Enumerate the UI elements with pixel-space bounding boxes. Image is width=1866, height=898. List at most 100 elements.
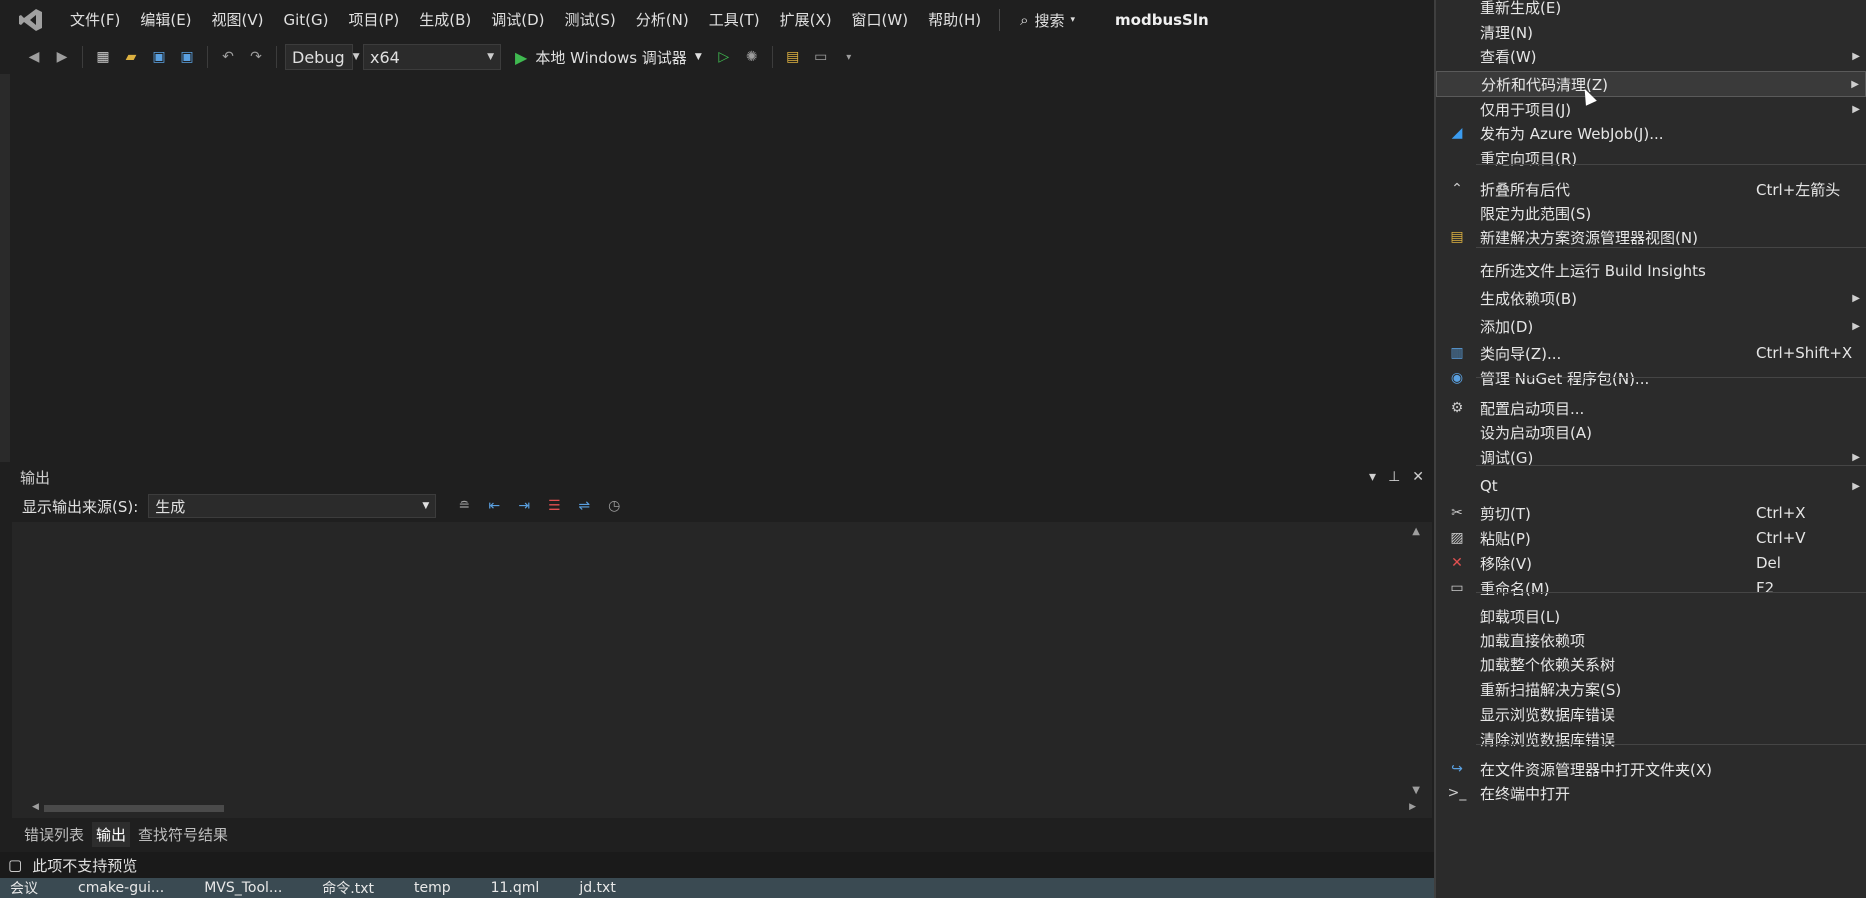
context-menu-item[interactable]: 重新生成(E) [1436, 0, 1866, 20]
context-menu-item[interactable]: 生成依赖项(B) ▶ [1436, 285, 1866, 311]
save-all-icon[interactable]: ▣ [175, 45, 199, 69]
solution-explorer-icon[interactable]: ▤ [781, 45, 805, 69]
start-without-debugging-icon[interactable]: ▷ [712, 45, 736, 69]
navigate-forward-icon[interactable]: ▶ [50, 45, 74, 69]
timestamp-icon[interactable]: ◷ [602, 494, 626, 518]
menu-item[interactable]: 项目(P) [339, 0, 410, 40]
chevron-down-icon: ▼ [352, 52, 360, 62]
context-menu-item[interactable]: 限定为此范围(S) [1436, 200, 1866, 226]
window-position-icon[interactable]: ▾ [1369, 469, 1376, 485]
menu-separator [1476, 744, 1866, 745]
context-menu-item[interactable]: 调试(G) ▶ [1436, 444, 1866, 470]
save-icon[interactable]: ▣ [147, 45, 171, 69]
find-message-icon[interactable]: ≘ [452, 494, 476, 518]
context-menu-item[interactable]: 卸载项目(L) [1436, 603, 1866, 629]
search-label: 搜索 [1034, 11, 1065, 30]
context-menu-item[interactable]: ◉ 管理 NuGet 程序包(N)... [1436, 365, 1866, 391]
search-box[interactable]: ⌕ 搜索 ▾ [1008, 10, 1087, 31]
window-layout-icon[interactable]: ▭ [809, 45, 833, 69]
menu-item[interactable]: 编辑(E) [130, 0, 201, 40]
output-source-select[interactable]: 生成 ▼ [148, 494, 437, 518]
context-menu-item[interactable]: Qt ▶ [1436, 473, 1866, 499]
close-icon[interactable]: ✕ [1412, 469, 1424, 485]
context-menu-item-label: 设为启动项目(A) [1480, 423, 1592, 442]
editor-area[interactable] [0, 74, 1434, 462]
open-folder-icon: ↪ [1451, 761, 1463, 777]
context-menu-item[interactable]: ▨ 粘贴(P) Ctrl+V [1436, 525, 1866, 551]
scroll-right-icon[interactable]: ▶ [1409, 802, 1416, 812]
clear-all-icon[interactable]: ☰ [542, 494, 566, 518]
context-menu-item[interactable]: 显示浏览数据库错误 [1436, 701, 1866, 727]
menu-item[interactable]: 视图(V) [202, 0, 274, 40]
context-menu-item[interactable]: ◢ 发布为 Azure WebJob(J)... [1436, 120, 1866, 146]
context-menu-item[interactable]: 查看(W) ▶ [1436, 43, 1866, 69]
context-menu-item[interactable]: 在所选文件上运行 Build Insights [1436, 257, 1866, 283]
context-menu-item[interactable]: ▥ 类向导(Z)... Ctrl+Shift+X [1436, 340, 1866, 366]
tab-find-symbol-results[interactable]: 查找符号结果 [134, 822, 232, 847]
solution-configuration-select[interactable]: Debug ▼ [285, 44, 360, 70]
scroll-up-icon[interactable]: ▲ [1412, 526, 1420, 537]
taskbar-item[interactable]: jd.txt [579, 880, 616, 896]
context-menu-item[interactable]: ✂ 剪切(T) Ctrl+X [1436, 500, 1866, 526]
scrollbar-thumb[interactable] [44, 805, 224, 812]
solution-title: modbusSln [1115, 11, 1209, 29]
shortcut-label: Ctrl+Shift+X [1756, 344, 1853, 362]
tab-error-list[interactable]: 错误列表 [20, 822, 88, 847]
context-menu-item[interactable]: 清除浏览数据库错误 [1436, 726, 1866, 752]
menu-item[interactable]: Git(G) [274, 0, 339, 40]
context-menu-item[interactable]: 分析和代码清理(Z) ▶ [1436, 71, 1866, 97]
visual-studio-logo-icon[interactable] [14, 3, 48, 37]
menu-item[interactable]: 分析(N) [626, 0, 699, 40]
start-debugging-button[interactable]: ▶ 本地 Windows 调试器 ▼ [515, 47, 702, 68]
taskbar-item[interactable]: 11.qml [491, 880, 540, 896]
horizontal-scrollbar[interactable]: ◀ ▶ [32, 802, 1416, 814]
toolbar-overflow-icon[interactable]: ▾ [837, 45, 861, 69]
context-menu-item[interactable]: ▭ 重命名(M) F2 [1436, 575, 1866, 601]
context-menu-item[interactable]: 清理(N) [1436, 19, 1866, 45]
menu-item[interactable]: 窗口(W) [842, 0, 919, 40]
context-menu-item[interactable]: 加载直接依赖项 [1436, 627, 1866, 653]
hot-reload-icon[interactable]: ✺ [740, 45, 764, 69]
solution-platform-select[interactable]: x64 ▼ [363, 44, 501, 70]
scroll-left-icon[interactable]: ◀ [32, 802, 39, 812]
undo-icon[interactable]: ↶ [216, 45, 240, 69]
menu-item[interactable]: 帮助(H) [918, 0, 991, 40]
menu-item[interactable]: 扩展(X) [770, 0, 842, 40]
output-text-area[interactable]: ▲ ▼ ◀ ▶ [12, 522, 1432, 818]
menu-item[interactable]: 测试(S) [555, 0, 626, 40]
menu-item[interactable]: 工具(T) [699, 0, 770, 40]
context-menu-item[interactable]: 添加(D) ▶ [1436, 313, 1866, 339]
context-menu-item[interactable]: 仅用于项目(J) ▶ [1436, 96, 1866, 122]
word-wrap-icon[interactable]: ⇌ [572, 494, 596, 518]
redo-icon[interactable]: ↷ [244, 45, 268, 69]
context-menu-item[interactable]: >_ 在终端中打开 [1436, 780, 1866, 806]
previous-message-icon[interactable]: ⇤ [482, 494, 506, 518]
taskbar-item[interactable]: temp [414, 880, 451, 896]
context-menu-item[interactable]: ↪ 在文件资源管理器中打开文件夹(X) [1436, 756, 1866, 782]
menu-item[interactable]: 文件(F) [60, 0, 130, 40]
menu-separator [1476, 465, 1866, 466]
taskbar-item[interactable]: 会议 [10, 878, 38, 898]
context-menu-item[interactable]: 设为启动项目(A) [1436, 419, 1866, 445]
taskbar-item[interactable]: cmake-gui... [78, 880, 164, 896]
menu-item[interactable]: 生成(B) [409, 0, 481, 40]
chevron-down-icon: ▼ [487, 52, 494, 62]
context-menu-item[interactable]: ⚙ 配置启动项目... [1436, 395, 1866, 421]
pin-icon[interactable]: ⊥ [1388, 469, 1400, 485]
menu-item[interactable]: 调试(D) [481, 0, 554, 40]
scroll-down-icon[interactable]: ▼ [1412, 785, 1420, 796]
context-menu-item[interactable]: ⌃ 折叠所有后代 Ctrl+左箭头 [1436, 176, 1866, 202]
tab-output[interactable]: 输出 [92, 821, 131, 847]
open-file-icon[interactable]: ▰ [119, 45, 143, 69]
taskbar-item[interactable]: MVS_Tool... [204, 880, 282, 896]
new-project-icon[interactable]: ▦ [91, 45, 115, 69]
context-menu-item[interactable]: ✕ 移除(V) Del [1436, 550, 1866, 576]
taskbar-item[interactable]: 命令.txt [322, 878, 374, 898]
output-pane-header: 输出 ▾ ⊥ ✕ [12, 464, 1432, 490]
context-menu-item[interactable]: 重新扫描解决方案(S) [1436, 676, 1866, 702]
next-message-icon[interactable]: ⇥ [512, 494, 536, 518]
context-menu-item[interactable]: 重定向项目(R) [1436, 145, 1866, 171]
navigate-back-icon[interactable]: ◀ [22, 45, 46, 69]
context-menu-item[interactable]: 加载整个依赖关系树 [1436, 651, 1866, 677]
remove-icon: ✕ [1451, 555, 1463, 571]
